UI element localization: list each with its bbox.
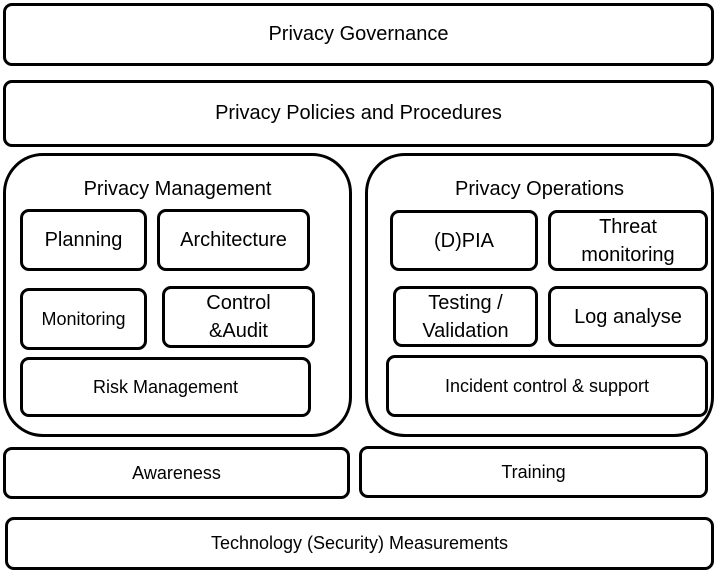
awareness-label: Awareness [132,462,221,483]
dpia-label: (D)PIA [434,229,494,252]
privacy-governance-box: Privacy Governance [3,3,714,66]
threat-monitoring-line-2: monitoring [581,243,675,266]
training-label: Training [501,461,566,482]
dpia-box: (D)PIA [390,210,538,271]
control-audit-box: Control &Audit [162,286,315,348]
privacy-operations-title: Privacy Operations [455,178,624,200]
risk-management-box: Risk Management [20,357,311,417]
threat-monitoring-box: Threat monitoring [548,210,708,271]
monitoring-label: Monitoring [41,309,126,329]
privacy-governance-label: Privacy Governance [268,23,449,45]
privacy-policies-box: Privacy Policies and Procedures [3,80,714,147]
planning-label: Planning [44,229,123,251]
awareness-box: Awareness [3,447,350,499]
training-box: Training [359,446,708,498]
monitoring-box: Monitoring [20,288,147,350]
incident-control-box: Incident control & support [386,355,708,417]
log-analyse-label: Log analyse [574,305,682,328]
privacy-management-title: Privacy Management [83,178,272,200]
testing-validation-line-2: Validation [422,319,509,342]
privacy-policies-label: Privacy Policies and Procedures [215,102,502,124]
architecture-box: Architecture [157,209,310,271]
threat-monitoring-line-1: Threat [599,215,657,238]
technology-measurements-label: Technology (Security) Measurements [210,533,509,553]
architecture-label: Architecture [180,229,287,251]
control-audit-line-1: Control [206,292,271,314]
testing-validation-box: Testing / Validation [393,286,538,347]
technology-measurements-box: Technology (Security) Measurements [5,517,714,570]
log-analyse-box: Log analyse [548,286,708,347]
control-audit-line-2: &Audit [209,320,268,342]
incident-control-label: Incident control & support [444,376,650,396]
risk-management-label: Risk Management [92,377,239,397]
planning-box: Planning [20,209,147,271]
testing-validation-line-1: Testing / [428,291,503,314]
